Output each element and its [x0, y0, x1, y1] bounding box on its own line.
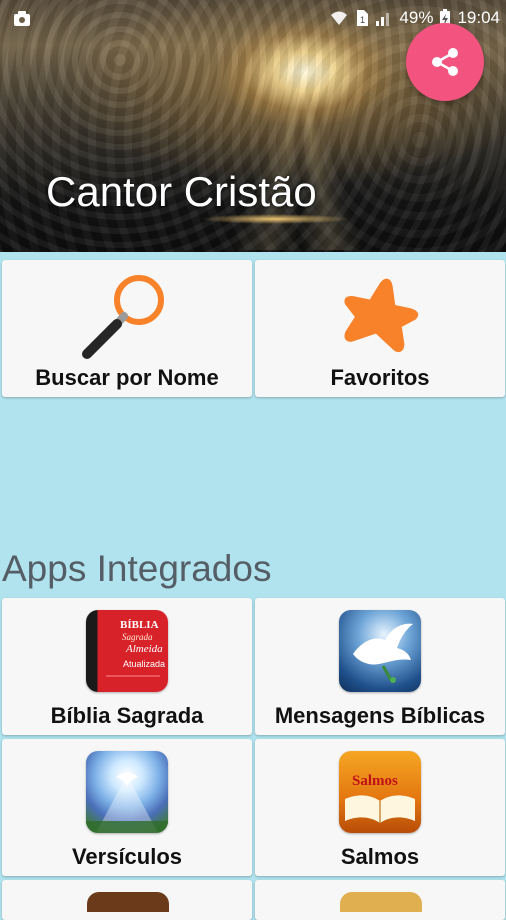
psalms-book-icon: Salmos [339, 751, 421, 833]
app-icon-partial-left [87, 892, 169, 912]
dove-art [353, 623, 413, 683]
psalms-book-art: Salmos [345, 773, 415, 823]
svg-text:Almeida: Almeida [125, 643, 163, 655]
app-card-partial-left[interactable] [2, 880, 252, 920]
dove-light-icon [86, 751, 168, 833]
app-card-mensagens-biblicas[interactable]: Mensagens Bíblicas [255, 598, 505, 735]
app-label: Mensagens Bíblicas [274, 703, 486, 728]
app-card-biblia-sagrada[interactable]: BÍBLIA Sagrada Almeida Atualizada Bíblia… [2, 598, 252, 735]
signal-icon [376, 13, 390, 26]
search-by-name-label: Buscar por Nome [35, 365, 219, 390]
svg-text:1: 1 [360, 15, 365, 25]
svg-text:Atualizada: Atualizada [123, 659, 165, 669]
favorites-label: Favoritos [330, 365, 430, 390]
wifi-icon [331, 11, 348, 25]
favorites-button[interactable]: Favoritos [255, 260, 505, 397]
svg-text:Sagrada: Sagrada [122, 632, 153, 642]
bible-book-icon: BÍBLIA Sagrada Almeida Atualizada [86, 610, 168, 692]
gallery-notification-icon [14, 10, 30, 26]
search-by-name-button[interactable]: Buscar por Nome [2, 260, 252, 397]
app-title: Cantor Cristão [46, 168, 317, 215]
app-card-versiculos[interactable]: Versículos [2, 739, 252, 876]
app-label: Bíblia Sagrada [50, 703, 204, 728]
share-button[interactable] [406, 23, 484, 101]
app-label: Versículos [71, 844, 183, 869]
star-icon [344, 278, 419, 353]
svg-text:BÍBLIA: BÍBLIA [120, 619, 159, 631]
app-card-salmos[interactable]: Salmos Salmos [255, 739, 505, 876]
app-label: Salmos [340, 844, 420, 869]
magnifier-icon [82, 275, 164, 359]
dove-icon [339, 610, 421, 692]
status-right: 1 49% 19:04 [329, 0, 500, 36]
svg-text:Salmos: Salmos [352, 773, 398, 789]
share-icon [432, 48, 458, 76]
section-title-integrated-apps: Apps Integrados [2, 548, 272, 589]
status-left [12, 0, 32, 36]
app-icon-partial-right [340, 892, 422, 912]
light-rays-art [86, 772, 168, 833]
app-card-partial-right[interactable] [255, 880, 505, 920]
bible-cover-art: BÍBLIA Sagrada Almeida Atualizada [106, 619, 165, 677]
sim-card-icon: 1 [357, 10, 369, 26]
